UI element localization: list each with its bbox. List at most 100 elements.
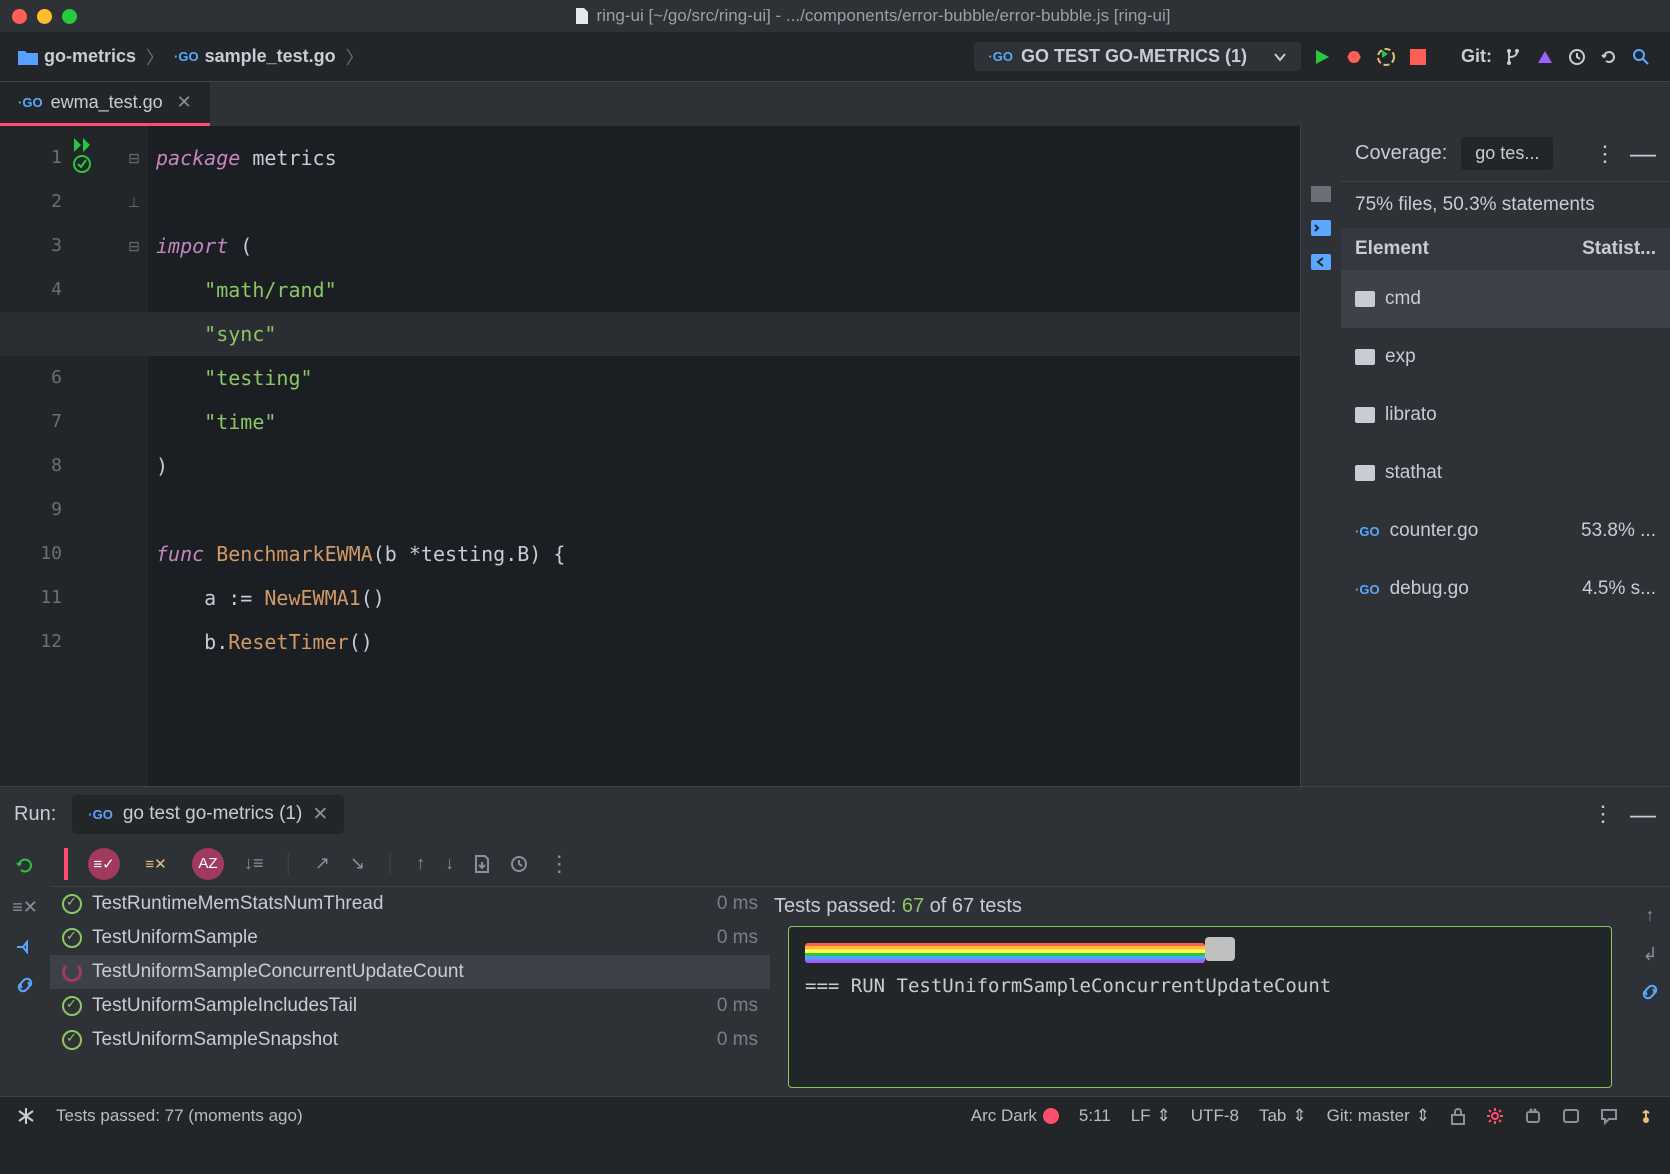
coverage-row[interactable]: exp <box>1341 328 1670 386</box>
run-tab[interactable]: ·GO go test go-metrics (1) ✕ <box>72 795 344 834</box>
breadcrumb-folder[interactable]: go-metrics <box>18 46 136 67</box>
minimize-icon[interactable]: — <box>1630 138 1656 169</box>
coverage-summary: 75% files, 50.3% statements <box>1341 182 1670 228</box>
back-icon[interactable] <box>1311 254 1331 270</box>
more-icon[interactable]: ⋮ <box>1594 141 1616 167</box>
close-tab-icon[interactable]: ✕ <box>177 92 192 113</box>
more-icon[interactable]: ⋮ <box>1592 801 1614 827</box>
caret-position[interactable]: 5:11 <box>1079 1106 1111 1126</box>
tab-label: ewma_test.go <box>51 92 163 113</box>
processes-icon[interactable] <box>1562 1107 1580 1125</box>
gutter-icons <box>72 126 120 786</box>
nyan-cat-icon <box>1205 937 1235 961</box>
git-branch-status[interactable]: Git: master ⇕ <box>1327 1106 1430 1126</box>
run-test-gutter-icon[interactable] <box>72 154 120 174</box>
stop-button[interactable] <box>1407 46 1429 68</box>
coverage-side-tools <box>1301 126 1341 786</box>
minimize-window[interactable] <box>37 9 52 24</box>
feedback-icon[interactable] <box>1600 1107 1618 1125</box>
line-separator[interactable]: LF ⇕ <box>1131 1106 1171 1126</box>
minimize-icon[interactable]: — <box>1630 799 1656 830</box>
scroll-top-icon[interactable]: ↑ <box>1646 905 1655 926</box>
sort-icon[interactable]: AZ <box>192 848 224 880</box>
coverage-selector[interactable]: go tes... <box>1461 137 1553 170</box>
tab-ewma-test[interactable]: ·GO ewma_test.go ✕ <box>0 82 210 126</box>
more-icon[interactable]: ⋮ <box>548 851 570 877</box>
expand-icon[interactable]: ↗ <box>315 853 330 874</box>
git-history-button[interactable] <box>1566 46 1588 68</box>
filter-icon[interactable]: ≡✕ <box>12 897 38 918</box>
coverage-row[interactable]: librato <box>1341 386 1670 444</box>
settings-icon[interactable] <box>1486 1107 1504 1125</box>
link-icon[interactable] <box>16 976 34 994</box>
status-tests-passed: Tests passed: 77 (moments ago) <box>56 1106 303 1126</box>
file-icon <box>575 7 589 25</box>
toggle-icon[interactable] <box>15 940 35 954</box>
go-icon: ·GO <box>1355 524 1380 539</box>
coverage-row[interactable]: cmd <box>1341 270 1670 328</box>
folder-icon <box>18 49 38 65</box>
zoom-window[interactable] <box>62 9 77 24</box>
go-icon: ·GO <box>988 49 1013 64</box>
collapse-icon[interactable]: ↘ <box>350 853 365 874</box>
console-icon[interactable] <box>1311 220 1331 236</box>
encoding[interactable]: UTF-8 <box>1191 1106 1239 1126</box>
git-branch-button[interactable] <box>1502 46 1524 68</box>
go-icon: ·GO <box>174 49 199 64</box>
test-row[interactable]: TestUniformSampleConcurrentUpdateCount <box>50 955 770 989</box>
test-output[interactable]: === RUN TestUniformSampleConcurrentUpdat… <box>788 926 1612 1088</box>
export-icon[interactable] <box>474 854 490 874</box>
close-icon[interactable]: ✕ <box>312 803 328 826</box>
window-controls <box>12 9 77 24</box>
close-window[interactable] <box>12 9 27 24</box>
code-content[interactable]: package metrics import ( "math/rand" "sy… <box>148 126 1300 786</box>
git-label: Git: <box>1461 46 1492 67</box>
output-line: === RUN TestUniformSampleConcurrentUpdat… <box>805 975 1595 997</box>
coverage-table-header: Element Statist... <box>1341 228 1670 270</box>
coverage-row[interactable]: ·GOcounter.go53.8% ... <box>1341 502 1670 560</box>
test-row[interactable]: TestUniformSampleIncludesTail0 ms <box>50 989 770 1023</box>
fold-end-icon: ⊥ <box>120 180 148 224</box>
inspections-icon[interactable] <box>16 1106 36 1126</box>
test-toolbar: ≡✓ ≡✕ AZ ↓≡ │ ↗ ↘ │ ↑ ↓ ⋮ <box>50 841 1670 887</box>
status-bar: Tests passed: 77 (moments ago) Arc Dark … <box>0 1096 1670 1134</box>
go-icon: ·GO <box>18 95 43 110</box>
flat-view-icon[interactable] <box>1311 186 1331 202</box>
indent-selector[interactable]: Tab ⇕ <box>1259 1106 1307 1126</box>
test-list[interactable]: TestRuntimeMemStatsNumThread0 msTestUnif… <box>50 887 770 1096</box>
prev-test-icon[interactable]: ↑ <box>416 853 425 874</box>
test-running-icon <box>62 962 82 982</box>
code-editor[interactable]: 123 456 789 101112 ⊟ ⊥ ⊟ package metrics… <box>0 126 1300 786</box>
search-button[interactable] <box>1630 46 1652 68</box>
sort-by-duration-icon[interactable]: ↓≡ <box>244 853 264 874</box>
run-all-gutter-icon[interactable] <box>72 136 120 154</box>
run-tool-window: Run: ·GO go test go-metrics (1) ✕ ⋮ — ≡✕… <box>0 786 1670 1096</box>
fold-toggle[interactable]: ⊟ <box>120 224 148 268</box>
soft-wrap-icon[interactable]: ↲ <box>1642 944 1657 965</box>
link-icon[interactable] <box>1641 983 1659 1001</box>
git-commit-button[interactable] <box>1534 46 1556 68</box>
history-icon[interactable] <box>510 855 528 873</box>
ide-status-icon[interactable] <box>1638 1108 1654 1124</box>
run-configuration-selector[interactable]: ·GO GO TEST GO-METRICS (1) <box>974 42 1301 71</box>
breadcrumb-file[interactable]: ·GO sample_test.go <box>174 46 336 67</box>
coverage-row[interactable]: ·GOdebug.go4.5% s... <box>1341 560 1670 618</box>
fold-toggle[interactable]: ⊟ <box>120 136 148 180</box>
rerun-icon[interactable] <box>15 855 35 875</box>
show-ignored-icon[interactable]: ≡✕ <box>140 848 172 880</box>
next-test-icon[interactable]: ↓ <box>445 853 454 874</box>
chevron-down-icon <box>1273 50 1287 64</box>
show-passed-icon[interactable]: ≡✓ <box>88 848 120 880</box>
test-row[interactable]: TestUniformSample0 ms <box>50 921 770 955</box>
theme-selector[interactable]: Arc Dark <box>971 1106 1059 1126</box>
coverage-button[interactable] <box>1375 46 1397 68</box>
memory-icon[interactable] <box>1524 1107 1542 1125</box>
coverage-row[interactable]: stathat <box>1341 444 1670 502</box>
test-row[interactable]: TestRuntimeMemStatsNumThread0 ms <box>50 887 770 921</box>
run-button[interactable] <box>1311 46 1333 68</box>
debug-button[interactable] <box>1343 46 1365 68</box>
test-row[interactable]: TestUniformSampleSnapshot0 ms <box>50 1023 770 1057</box>
git-rollback-button[interactable] <box>1598 46 1620 68</box>
lock-icon[interactable] <box>1450 1107 1466 1125</box>
run-side-tools: ≡✕ <box>0 841 50 1096</box>
